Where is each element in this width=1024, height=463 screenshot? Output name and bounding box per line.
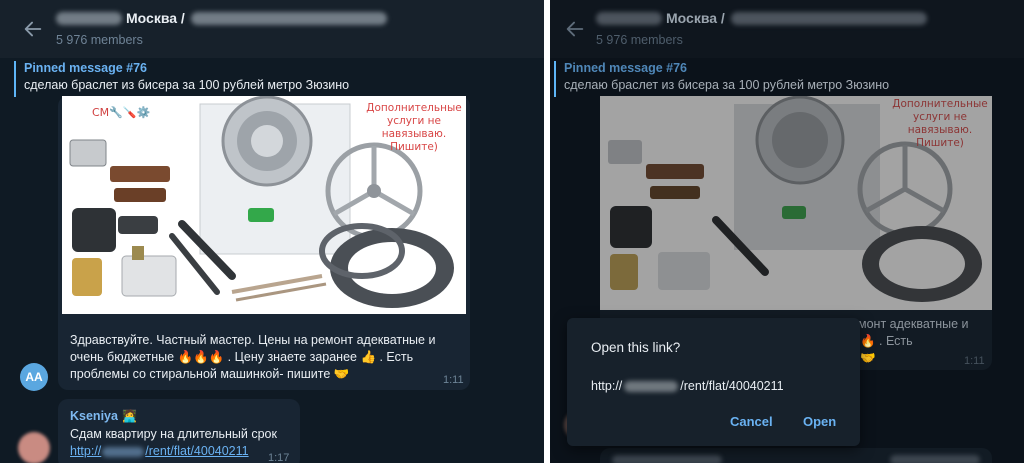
blurred-group-name (56, 11, 122, 25)
chat-window-left: Москва / 5 976 members Pinned message #7… (0, 0, 544, 463)
blurred-next-message (612, 455, 722, 463)
blurred-link-domain (102, 446, 145, 457)
pinned-message-title: Pinned message #76 (24, 61, 147, 75)
chat-title-city: Москва / (666, 10, 725, 26)
dialog-url-prefix: http:// (591, 379, 623, 393)
rent-link-suffix[interactable]: /rent/flat/40040211 (145, 443, 248, 460)
dialog-url: http:// /rent/flat/40040211 (591, 379, 784, 393)
member-count: 5 976 members (56, 33, 143, 47)
rent-link[interactable]: http:// /rent/flat/40040211 (70, 443, 249, 460)
chat-title[interactable]: Москва / (596, 10, 927, 26)
blurred-url-domain (624, 380, 679, 392)
blurred-next-message-right (890, 455, 980, 463)
message-sender-name[interactable]: Kseniya (70, 409, 118, 423)
message-text-ad: Здравствуйте. Частный мастер. Цены на ре… (70, 333, 436, 381)
chat-title[interactable]: Москва / (56, 10, 387, 26)
blurred-group-name (596, 11, 662, 25)
pinned-message-title: Pinned message #76 (564, 61, 687, 75)
message-time: 1:11 (964, 355, 985, 367)
message-photo[interactable]: Дополнительные услуги не навязываю. Пиши… (600, 96, 992, 310)
dialog-url-suffix: /rent/flat/40040211 (680, 379, 784, 393)
open-button[interactable]: Open (803, 414, 836, 429)
member-count: 5 976 members (596, 33, 683, 47)
cancel-button[interactable]: Cancel (730, 414, 773, 429)
pinned-message-text: сделаю браслет из бисера за 100 рублей м… (564, 78, 890, 92)
back-arrow-icon[interactable] (564, 18, 586, 40)
avatar-aa[interactable]: AA (20, 363, 48, 391)
message-text-ad-partial: монт адекватные и 🔥 . Есть 🤝 (858, 317, 969, 365)
message-photo[interactable]: Дополнительные услуги не навязываю. Пиши… (62, 96, 466, 314)
rent-link-prefix[interactable]: http:// (70, 443, 101, 460)
back-arrow-icon[interactable] (22, 18, 44, 40)
message-time: 1:11 (443, 374, 464, 386)
pinned-message-bar[interactable]: Pinned message #76 сделаю браслет из бис… (554, 61, 889, 97)
open-link-dialog: Open this link? http:// /rent/flat/40040… (567, 318, 860, 446)
pinned-message-bar[interactable]: Pinned message #76 сделаю браслет из бис… (14, 61, 349, 97)
pinned-message-text: сделаю браслет из бисера за 100 рублей м… (24, 78, 350, 92)
sender-emoji: 🧑‍💻 (122, 409, 138, 423)
message-text-rent: Сдам квартиру на длительный срок (70, 427, 277, 441)
message-sender-row: Kseniya 🧑‍💻 (70, 407, 137, 425)
chat-header-right: Москва / 5 976 members (550, 0, 1024, 58)
chat-title-city: Москва / (126, 10, 185, 26)
chat-header: Москва / 5 976 members (0, 0, 544, 58)
avatar-user[interactable] (18, 432, 50, 463)
dialog-title: Open this link? (591, 340, 681, 355)
blurred-group-topic (190, 11, 387, 25)
blurred-group-topic (730, 11, 927, 25)
photo-red-note: Дополнительные услуги не навязываю. Пиши… (366, 102, 462, 153)
photo-red-note: Дополнительные услуги не навязываю. Пиши… (892, 98, 988, 149)
message-time-rent: 1:17 (268, 452, 290, 463)
photo-top-caption: СМ🔧🪛⚙️ (92, 106, 151, 119)
